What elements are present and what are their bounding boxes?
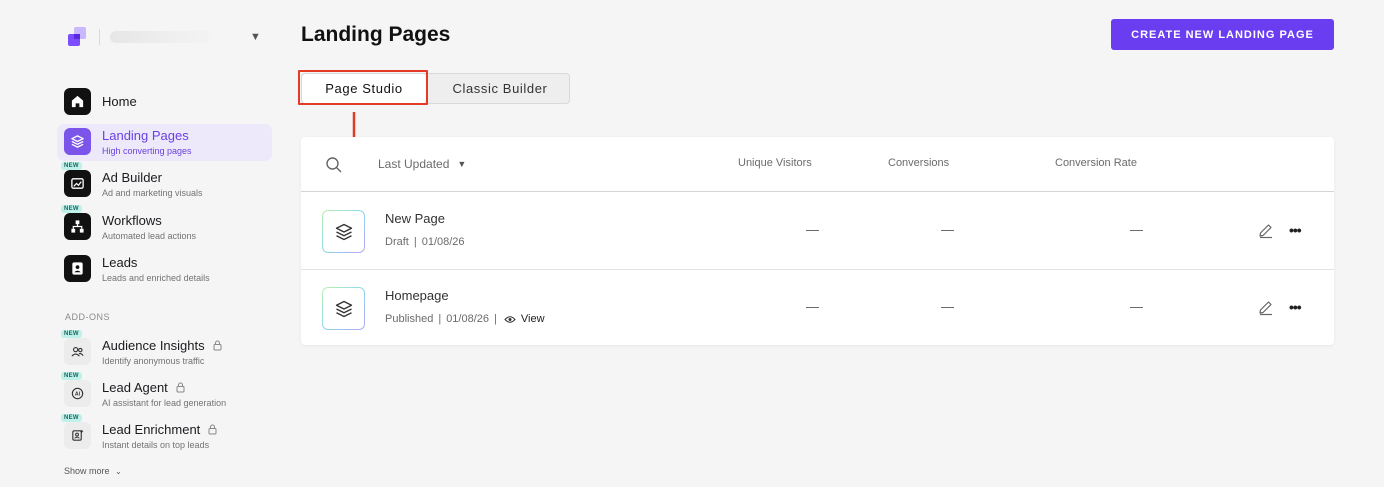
new-badge: NEW xyxy=(61,414,82,422)
addon-title: Audience Insights xyxy=(102,338,205,353)
enrichment-icon xyxy=(64,422,91,449)
lock-icon xyxy=(208,424,217,435)
brand-divider xyxy=(99,29,100,45)
chevron-down-icon: ⌄ xyxy=(115,467,122,476)
sidebar-item-label: Lead Agent xyxy=(102,380,185,395)
tab-classic-builder[interactable]: Classic Builder xyxy=(430,74,570,103)
svg-text:AI: AI xyxy=(75,392,81,398)
sort-label: Last Updated xyxy=(378,157,450,171)
conversion-rate-value: — xyxy=(1130,222,1143,237)
home-icon xyxy=(64,88,91,115)
more-options-icon[interactable]: ••• xyxy=(1289,299,1302,315)
tab-page-studio[interactable]: Page Studio xyxy=(302,74,426,103)
sidebar-item-subtitle: High converting pages xyxy=(102,146,192,156)
column-header-conversions: Conversions xyxy=(888,157,950,169)
app-logo-icon xyxy=(68,27,86,46)
page-meta: Published | 01/08/26 | View xyxy=(385,313,545,325)
sidebar-item-audience-insights[interactable]: NEW Audience Insights Identify anonymous… xyxy=(57,330,272,371)
builder-tabs: Page Studio Classic Builder xyxy=(301,73,570,104)
sidebar-item-subtitle: Identify anonymous traffic xyxy=(102,356,205,366)
image-edit-icon xyxy=(64,170,91,197)
conversions-value: — xyxy=(941,299,954,314)
sidebar-item-ad-builder[interactable]: NEW Ad Builder Ad and marketing visuals xyxy=(57,162,272,203)
sidebar-item-label: Leads xyxy=(102,255,138,270)
more-options-icon[interactable]: ••• xyxy=(1289,222,1302,238)
column-header-conversion-rate: Conversion Rate xyxy=(1055,157,1137,169)
new-badge: NEW xyxy=(61,330,82,338)
sidebar: ▼ Home Landing Pages High converting pag… xyxy=(0,0,285,487)
page-name[interactable]: Homepage xyxy=(385,288,449,303)
meta-separator: | xyxy=(438,313,442,325)
new-badge: NEW xyxy=(61,372,82,380)
table-header: Last Updated ▼ Unique Visitors Conversio… xyxy=(301,137,1334,192)
workflow-icon xyxy=(64,213,91,240)
unique-visitors-value: — xyxy=(806,222,819,237)
landing-pages-table: Last Updated ▼ Unique Visitors Conversio… xyxy=(301,137,1334,345)
edit-pencil-icon[interactable] xyxy=(1257,222,1274,239)
table-row[interactable]: Homepage Published | 01/08/26 | View — —… xyxy=(301,269,1334,346)
meta-separator: | xyxy=(413,236,417,248)
audience-icon xyxy=(64,338,91,365)
sidebar-item-leads[interactable]: Leads Leads and enriched details xyxy=(57,251,272,288)
page-thumbnail xyxy=(322,287,365,330)
eye-icon xyxy=(504,315,516,323)
page-title: Landing Pages xyxy=(301,23,451,46)
create-landing-page-button[interactable]: CREATE NEW LANDING PAGE xyxy=(1111,19,1334,50)
contact-card-icon xyxy=(64,255,91,282)
view-link[interactable]: View xyxy=(504,313,545,325)
column-header-unique-visitors: Unique Visitors xyxy=(738,157,812,169)
new-badge: NEW xyxy=(61,205,82,213)
conversion-rate-value: — xyxy=(1130,299,1143,314)
lock-icon xyxy=(213,340,222,351)
sidebar-item-subtitle: AI assistant for lead generation xyxy=(102,398,227,408)
caret-down-icon: ▼ xyxy=(457,159,467,169)
workspace-name-redacted xyxy=(110,31,212,43)
page-meta: Draft | 01/08/26 xyxy=(385,236,465,248)
table-row[interactable]: New Page Draft | 01/08/26 — — — ••• xyxy=(301,192,1334,269)
search-icon[interactable] xyxy=(325,156,343,174)
meta-separator: | xyxy=(494,313,497,325)
sidebar-item-label: Workflows xyxy=(102,213,162,228)
addons-section-label: ADD-ONS xyxy=(65,312,111,322)
ai-agent-icon: AI xyxy=(64,380,91,407)
lock-icon xyxy=(176,382,185,393)
layers-icon xyxy=(64,128,91,155)
page-thumbnail xyxy=(322,210,365,253)
sidebar-item-label: Audience Insights xyxy=(102,338,222,353)
conversions-value: — xyxy=(941,222,954,237)
sidebar-item-label: Ad Builder xyxy=(102,170,162,185)
show-more-label: Show more xyxy=(64,466,110,476)
sidebar-item-workflows[interactable]: NEW Workflows Automated lead actions xyxy=(57,205,272,246)
layers-icon xyxy=(335,300,352,317)
sidebar-item-subtitle: Instant details on top leads xyxy=(102,440,210,450)
sidebar-item-subtitle: Automated lead actions xyxy=(102,231,197,241)
caret-down-icon[interactable]: ▼ xyxy=(250,31,261,43)
sidebar-item-label: Home xyxy=(102,94,137,109)
sidebar-item-subtitle: Leads and enriched details xyxy=(102,273,210,283)
page-date: 01/08/26 xyxy=(421,236,465,248)
unique-visitors-value: — xyxy=(806,299,819,314)
sidebar-item-landing-pages[interactable]: Landing Pages High converting pages xyxy=(57,124,272,161)
page-status: Draft xyxy=(385,236,409,248)
workspace-switcher[interactable]: ▼ xyxy=(66,26,266,48)
addon-title: Lead Enrichment xyxy=(102,422,201,437)
edit-pencil-icon[interactable] xyxy=(1257,299,1274,316)
sidebar-item-home[interactable]: Home xyxy=(57,84,272,121)
sidebar-item-label: Lead Enrichment xyxy=(102,422,217,437)
sort-dropdown[interactable]: Last Updated ▼ xyxy=(378,157,466,171)
addon-title: Lead Agent xyxy=(102,380,168,395)
sidebar-item-lead-enrichment[interactable]: NEW Lead Enrichment Instant details on t… xyxy=(57,414,272,455)
page-date: 01/08/26 xyxy=(446,313,490,325)
sidebar-item-lead-agent[interactable]: AI NEW Lead Agent AI assistant for lead … xyxy=(57,372,272,413)
sidebar-item-subtitle: Ad and marketing visuals xyxy=(102,188,203,198)
layers-icon xyxy=(335,223,352,240)
sidebar-item-label: Landing Pages xyxy=(102,128,189,143)
show-more-link[interactable]: Show more ⌄ xyxy=(64,466,122,476)
view-label: View xyxy=(520,313,545,325)
page-status: Published xyxy=(385,313,434,325)
new-badge: NEW xyxy=(61,162,82,170)
page-name[interactable]: New Page xyxy=(385,211,445,226)
